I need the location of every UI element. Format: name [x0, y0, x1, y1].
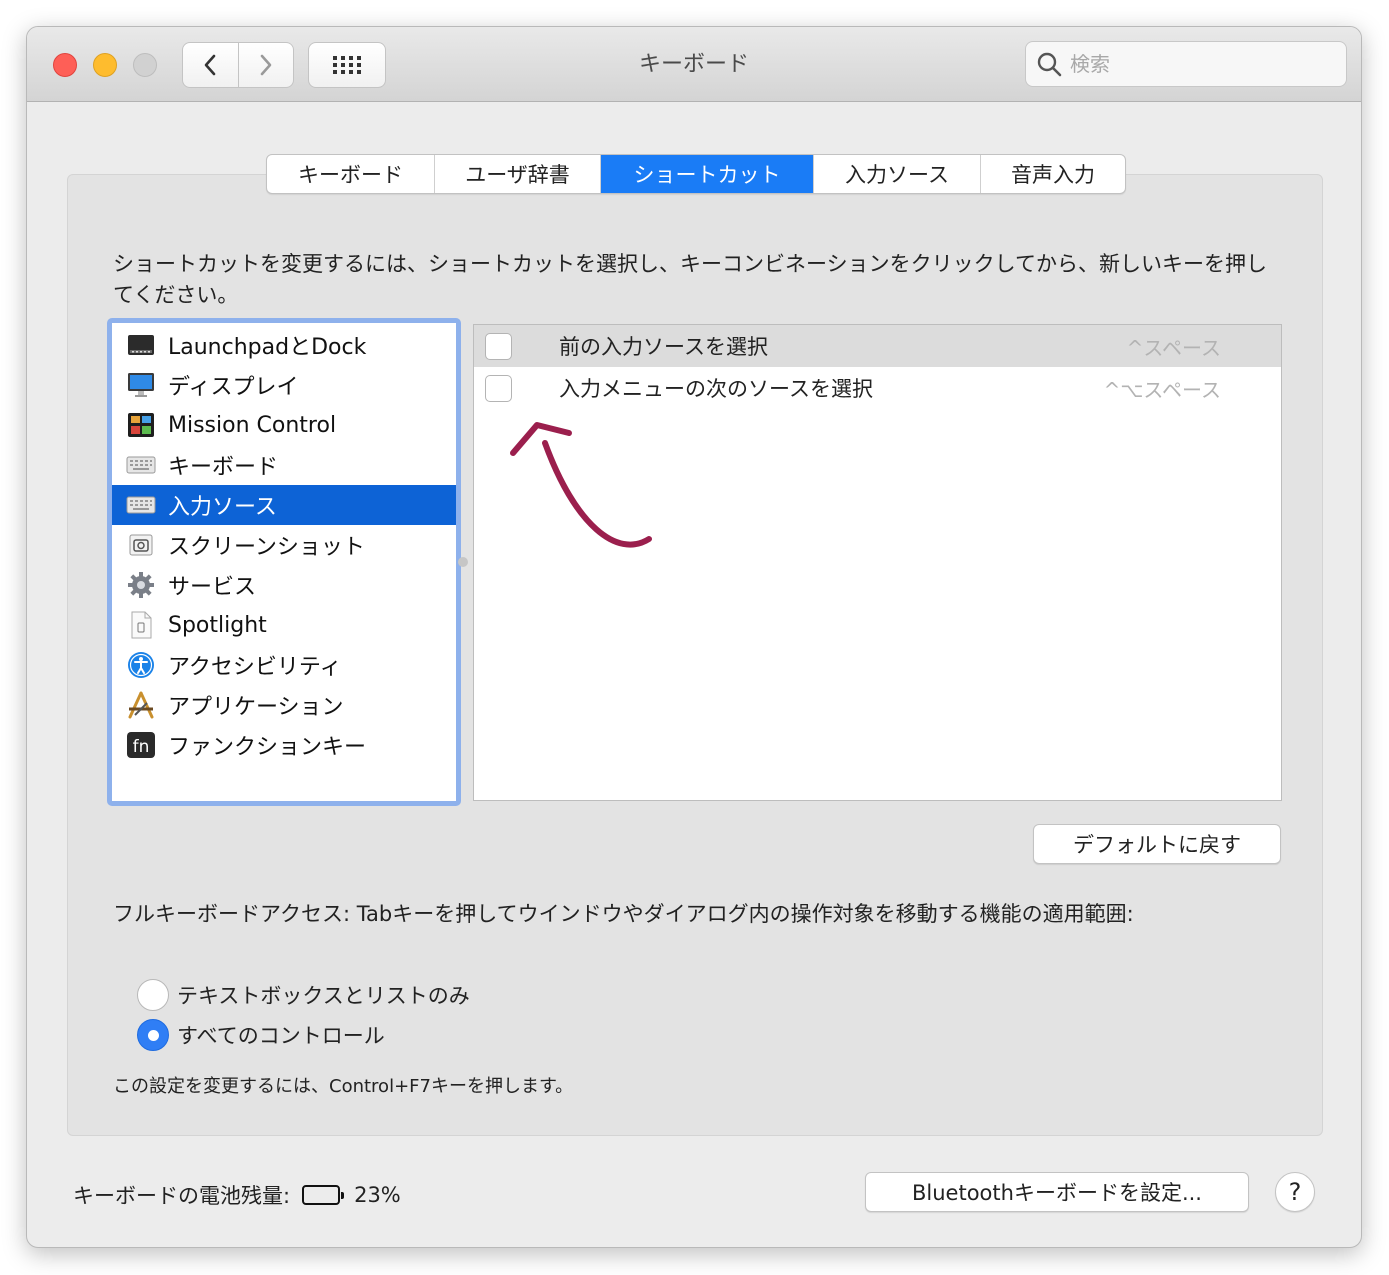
input-source-keyboard-icon — [126, 490, 156, 520]
battery-percentage: 23% — [354, 1183, 401, 1207]
radio-label: すべてのコントロール — [177, 1024, 385, 1048]
tab-shortcuts[interactable]: ショートカット — [601, 155, 814, 193]
category-display[interactable]: ディスプレイ — [112, 365, 456, 405]
restore-defaults-button[interactable]: デフォルトに戻す — [1033, 824, 1281, 864]
shortcut-row[interactable]: 前の入力ソースを選択 ^スペース — [474, 325, 1281, 367]
radio-button[interactable] — [137, 1019, 169, 1051]
category-accessibility[interactable]: アクセシビリティ — [112, 645, 456, 685]
spotlight-document-icon — [126, 610, 156, 640]
battery-icon — [302, 1185, 345, 1205]
title-bar: キーボード — [27, 27, 1361, 102]
tab-keyboard[interactable]: キーボード — [267, 155, 435, 193]
category-label: LaunchpadとDock — [168, 335, 367, 360]
shortcut-key-combination[interactable]: ^⌥スペース — [1104, 374, 1221, 403]
category-services[interactable]: サービス — [112, 565, 456, 605]
instructions-text: ショートカットを変更するには、ショートカットを選択し、キーコンビネーションをクリ… — [113, 252, 1267, 307]
keyboard-icon — [126, 450, 156, 480]
minimize-window-button[interactable] — [93, 53, 117, 77]
category-label: Mission Control — [168, 412, 337, 438]
radio-all-controls[interactable]: すべてのコントロール — [137, 1018, 385, 1052]
category-input-sources[interactable]: 入力ソース — [112, 485, 456, 525]
search-field[interactable] — [1025, 41, 1347, 87]
navigation-buttons — [182, 42, 294, 88]
category-label: Spotlight — [168, 612, 267, 638]
shortcut-enable-checkbox[interactable] — [485, 374, 512, 402]
fn-key-icon: fn — [126, 730, 156, 760]
tab-user-dictionary[interactable]: ユーザ辞書 — [435, 155, 601, 193]
shortcut-row[interactable]: 入力メニューの次のソースを選択 ^⌥スペース — [474, 367, 1281, 409]
category-mission-control[interactable]: Mission Control — [112, 405, 456, 445]
accessibility-icon — [126, 650, 156, 680]
radio-button[interactable] — [137, 979, 169, 1011]
category-label: スクリーンショット — [168, 535, 365, 560]
category-label: ディスプレイ — [168, 375, 299, 400]
set-up-bluetooth-keyboard-button[interactable]: Bluetoothキーボードを設定... — [865, 1172, 1249, 1212]
shortcut-label: 入力メニューの次のソースを選択 — [559, 377, 873, 401]
search-input[interactable] — [1070, 52, 1330, 76]
shortcut-list[interactable]: 前の入力ソースを選択 ^スペース 入力メニューの次のソースを選択 ^⌥スペース — [473, 324, 1282, 801]
battery-status: キーボードの電池残量: 23% — [73, 1178, 401, 1212]
svg-text:fn: fn — [133, 737, 150, 757]
show-all-button[interactable] — [308, 42, 386, 88]
back-button[interactable] — [182, 42, 239, 88]
tab-dictation[interactable]: 音声入力 — [981, 155, 1125, 193]
category-function-keys[interactable]: fn ファンクションキー — [112, 725, 456, 765]
shortcut-key-combination[interactable]: ^スペース — [1127, 332, 1221, 361]
tab-bar: キーボード ユーザ辞書 ショートカット 入力ソース 音声入力 — [266, 154, 1126, 194]
category-label: サービス — [168, 575, 257, 600]
category-label: 入力ソース — [168, 495, 277, 520]
radio-text-boxes-and-lists[interactable]: テキストボックスとリストのみ — [137, 978, 470, 1012]
category-applications[interactable]: アプリケーション — [112, 685, 456, 725]
category-label: アプリケーション — [168, 695, 344, 720]
shortcut-label: 前の入力ソースを選択 — [559, 335, 768, 359]
shortcut-hint-note: この設定を変更するには、Control+F7キーを押します。 — [113, 1076, 574, 1097]
mission-control-icon — [126, 410, 156, 440]
launchpad-dock-icon — [126, 330, 156, 360]
help-button[interactable]: ? — [1275, 1172, 1315, 1212]
grid-icon — [333, 56, 361, 74]
category-screenshots[interactable]: スクリーンショット — [112, 525, 456, 565]
services-gear-icon — [126, 570, 156, 600]
category-launchpad-dock[interactable]: LaunchpadとDock — [112, 325, 456, 365]
forward-button[interactable] — [238, 42, 294, 88]
battery-label: キーボードの電池残量: — [73, 1184, 291, 1208]
chevron-right-icon — [260, 54, 272, 76]
split-view-handle[interactable] — [458, 557, 468, 567]
shortcut-category-list[interactable]: LaunchpadとDock ディスプレイ Mission Control キー… — [107, 318, 461, 806]
chevron-left-icon — [204, 54, 216, 76]
applications-icon — [126, 690, 156, 720]
shortcut-enable-checkbox[interactable] — [485, 332, 512, 360]
screenshot-icon — [126, 530, 156, 560]
category-label: キーボード — [168, 455, 279, 480]
category-keyboard[interactable]: キーボード — [112, 445, 456, 485]
tab-input-sources[interactable]: 入力ソース — [814, 155, 981, 193]
radio-label: テキストボックスとリストのみ — [177, 984, 470, 1008]
category-label: ファンクションキー — [168, 735, 367, 760]
zoom-window-button[interactable] — [133, 53, 157, 77]
category-spotlight[interactable]: Spotlight — [112, 605, 456, 645]
preferences-window: キーボード キーボード ユーザ辞書 ショートカット 入力ソース 音声入力 ショー… — [26, 26, 1362, 1248]
search-icon — [1037, 52, 1062, 77]
category-label: アクセシビリティ — [168, 655, 342, 680]
display-icon — [126, 370, 156, 400]
full-keyboard-access-label: フルキーボードアクセス: Tabキーを押してウインドウやダイアログ内の操作対象を… — [113, 902, 1134, 926]
close-window-button[interactable] — [53, 53, 77, 77]
